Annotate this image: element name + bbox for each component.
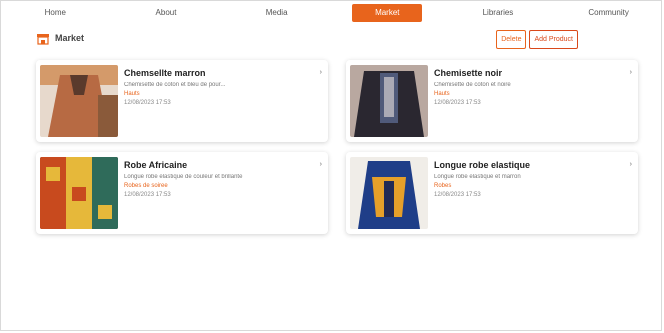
product-title: Chemsellte marron [124, 68, 206, 78]
product-category: Hauts [124, 91, 140, 97]
product-description: Chemisette de coton et bleu de pour... [124, 82, 226, 88]
product-date: 12/08/2023 17:53 [124, 100, 171, 106]
product-title: Longue robe elastique [434, 160, 531, 170]
chevron-right-icon[interactable]: › [630, 161, 632, 168]
tab-home[interactable]: Home [20, 4, 90, 22]
product-card[interactable]: Chemsellte marron Chemisette de coton et… [36, 60, 328, 142]
product-description: Chemisette de coton et noire [434, 82, 511, 88]
tab-about[interactable]: About [131, 4, 201, 22]
tab-community[interactable]: Community [574, 4, 644, 22]
product-description: Longue robe elastique et marron [434, 174, 521, 180]
product-image [350, 65, 428, 137]
product-card[interactable]: Chemisette noir Chemisette de coton et n… [346, 60, 638, 142]
product-date: 12/08/2023 17:53 [434, 100, 481, 106]
product-title: Robe Africaine [124, 160, 188, 170]
product-category: Hauts [434, 91, 450, 97]
product-category: Robes [434, 183, 452, 189]
product-image [40, 65, 118, 137]
market-actions: Delete Add Product [496, 30, 578, 49]
chevron-right-icon[interactable]: › [320, 69, 322, 76]
top-nav: Home About Media Market Libraries Commun… [0, 3, 664, 23]
tab-libraries[interactable]: Libraries [463, 4, 533, 22]
page-title: Market [55, 33, 85, 43]
store-icon [36, 32, 50, 45]
product-category: Robes de soiree [124, 183, 168, 189]
product-image [40, 157, 118, 229]
product-grid: Chemsellte marron Chemisette de coton et… [36, 60, 640, 234]
product-description: Longue robe elastique de couleur et bril… [124, 174, 243, 180]
product-date: 12/08/2023 17:53 [434, 192, 481, 198]
delete-button[interactable]: Delete [496, 30, 527, 49]
tab-media[interactable]: Media [242, 4, 312, 22]
product-date: 12/08/2023 17:53 [124, 192, 171, 198]
market-header: Market [36, 32, 85, 45]
product-card[interactable]: Robe Africaine Longue robe elastique de … [36, 152, 328, 234]
chevron-right-icon[interactable]: › [320, 161, 322, 168]
product-title: Chemisette noir [434, 68, 503, 78]
add-product-button[interactable]: Add Product [529, 30, 578, 49]
product-card[interactable]: Longue robe elastique Longue robe elasti… [346, 152, 638, 234]
tab-market[interactable]: Market [352, 4, 423, 22]
product-image [350, 157, 428, 229]
chevron-right-icon[interactable]: › [630, 69, 632, 76]
